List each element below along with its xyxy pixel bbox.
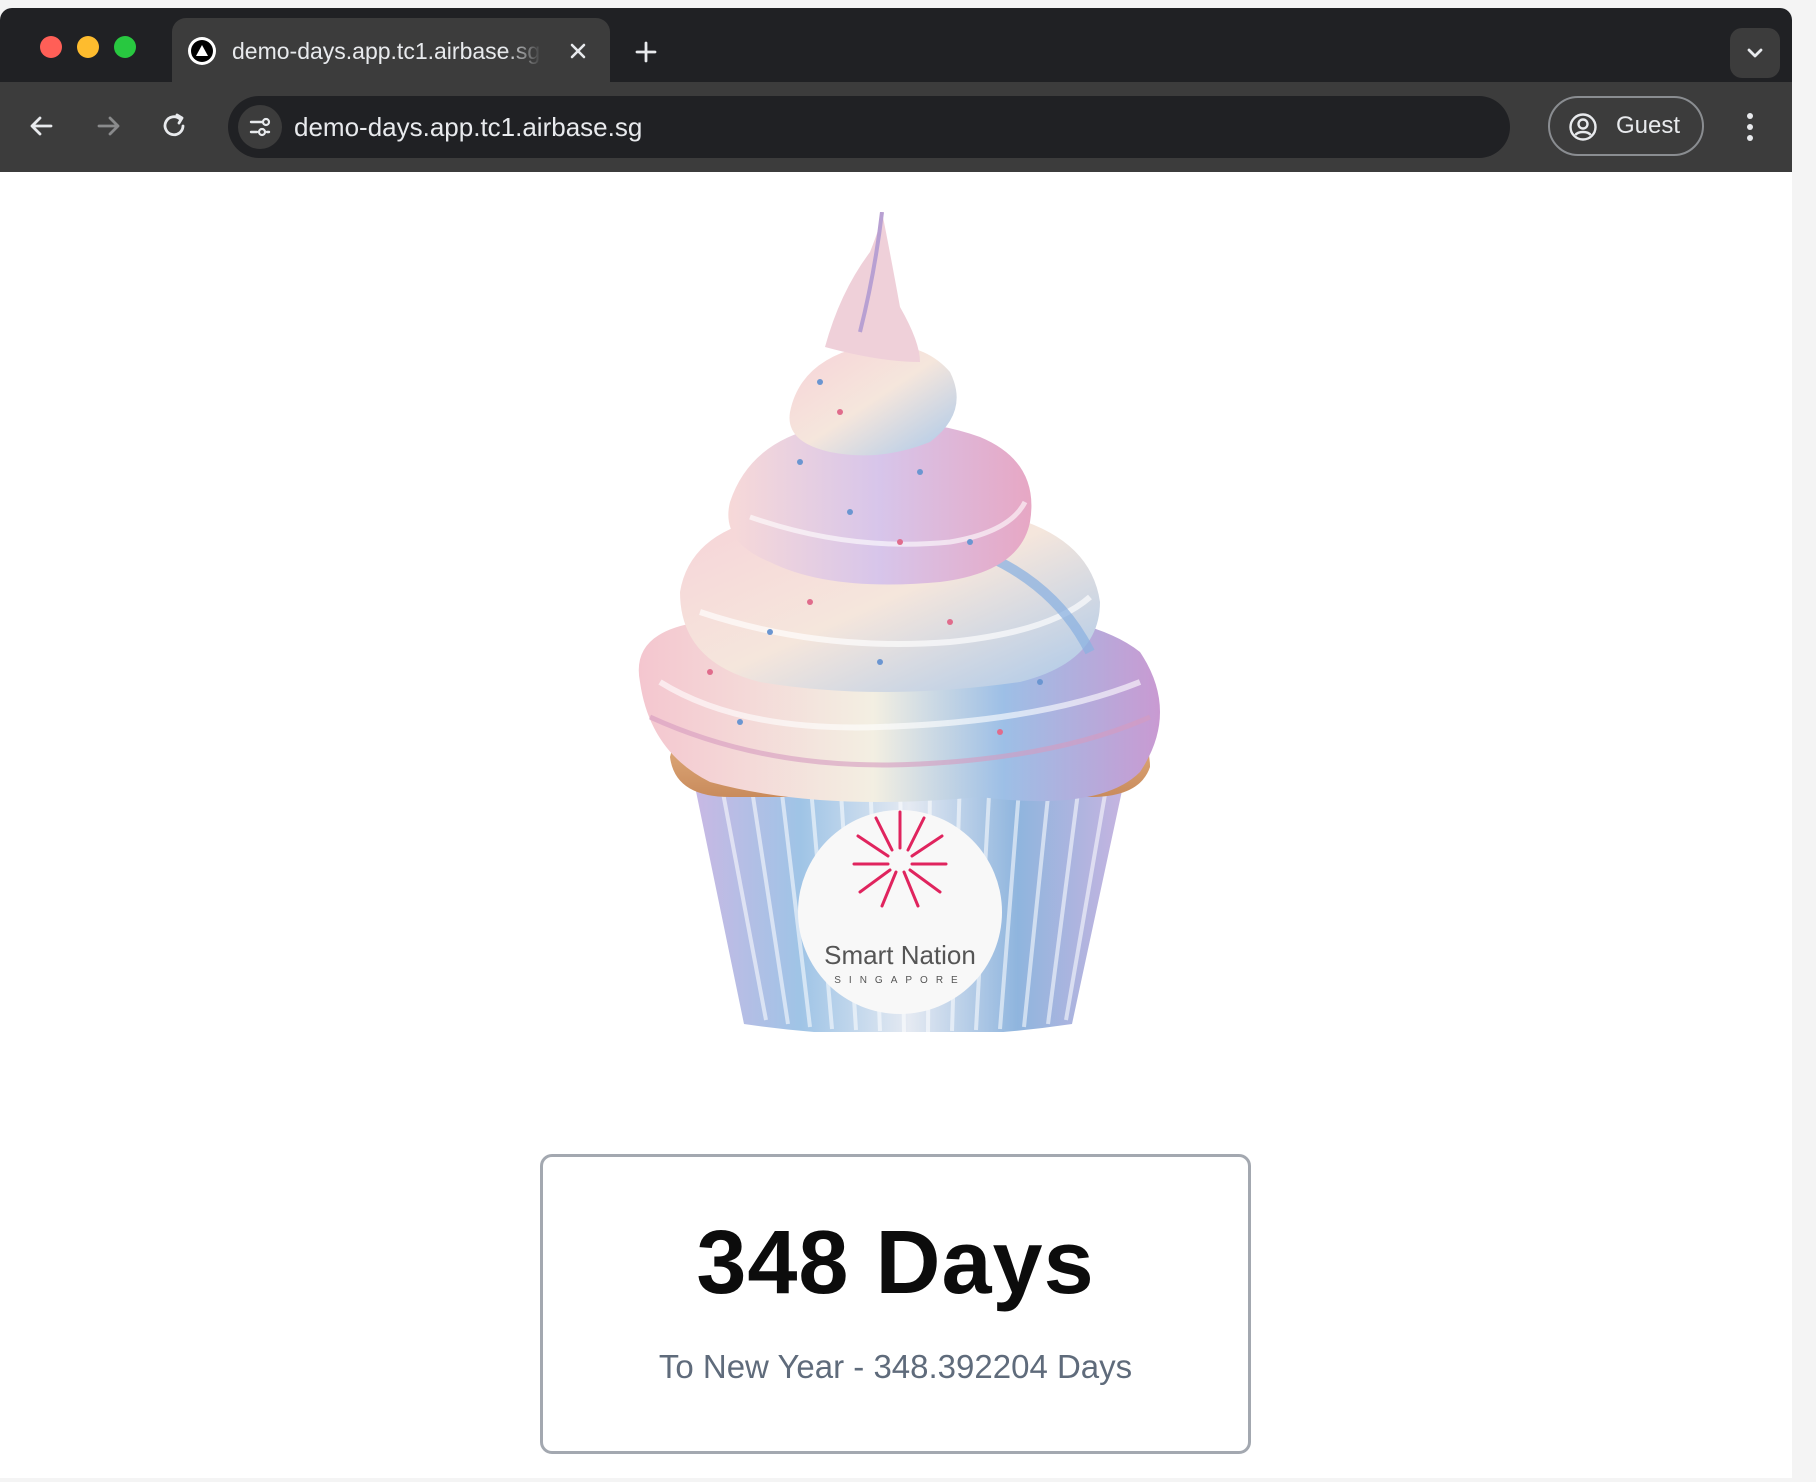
minimize-window-button[interactable] [77, 36, 99, 58]
countdown-card: 348 Days To New Year - 348.392204 Days [540, 1154, 1251, 1454]
address-bar[interactable]: demo-days.app.tc1.airbase.sg [228, 96, 1510, 158]
more-vertical-icon[interactable] [1732, 108, 1768, 146]
page-content: Smart Nation SINGAPORE 348 Days To New Y… [0, 172, 1792, 1478]
tab-strip: demo-days.app.tc1.airbase.sg [0, 8, 1792, 82]
arrow-left-icon[interactable] [24, 109, 58, 143]
chevron-down-icon[interactable] [1730, 28, 1780, 78]
toolbar: demo-days.app.tc1.airbase.sg Guest [0, 82, 1792, 172]
close-icon[interactable] [564, 37, 592, 65]
tune-icon[interactable] [238, 105, 282, 149]
cupcake-image: Smart Nation SINGAPORE [638, 212, 1160, 1032]
url-text[interactable]: demo-days.app.tc1.airbase.sg [294, 112, 642, 142]
badge-brand-text: Smart Nation [824, 940, 976, 970]
tab-title: demo-days.app.tc1.airbase.sg [232, 38, 541, 64]
badge-subtext: SINGAPORE [834, 975, 965, 986]
screen: demo-days.app.tc1.airbase.sg demo-days.a… [0, 0, 1816, 1482]
profile-label: Guest [1616, 112, 1681, 139]
account-circle-icon [1569, 113, 1597, 141]
profile-button[interactable]: Guest [1548, 96, 1704, 156]
arrow-right-icon[interactable] [92, 109, 126, 143]
days-detail: To New Year - 348.392204 Days [658, 1348, 1133, 1385]
browser-window: demo-days.app.tc1.airbase.sg demo-days.a… [0, 8, 1792, 1478]
plus-icon[interactable] [632, 38, 660, 66]
days-remaining: 348 Days [696, 1213, 1095, 1313]
triangle-logo-icon [188, 37, 216, 65]
tab-active[interactable]: demo-days.app.tc1.airbase.sg [172, 18, 610, 82]
reload-icon[interactable] [158, 109, 192, 143]
zoom-window-button[interactable] [114, 36, 136, 58]
close-window-button[interactable] [40, 36, 62, 58]
